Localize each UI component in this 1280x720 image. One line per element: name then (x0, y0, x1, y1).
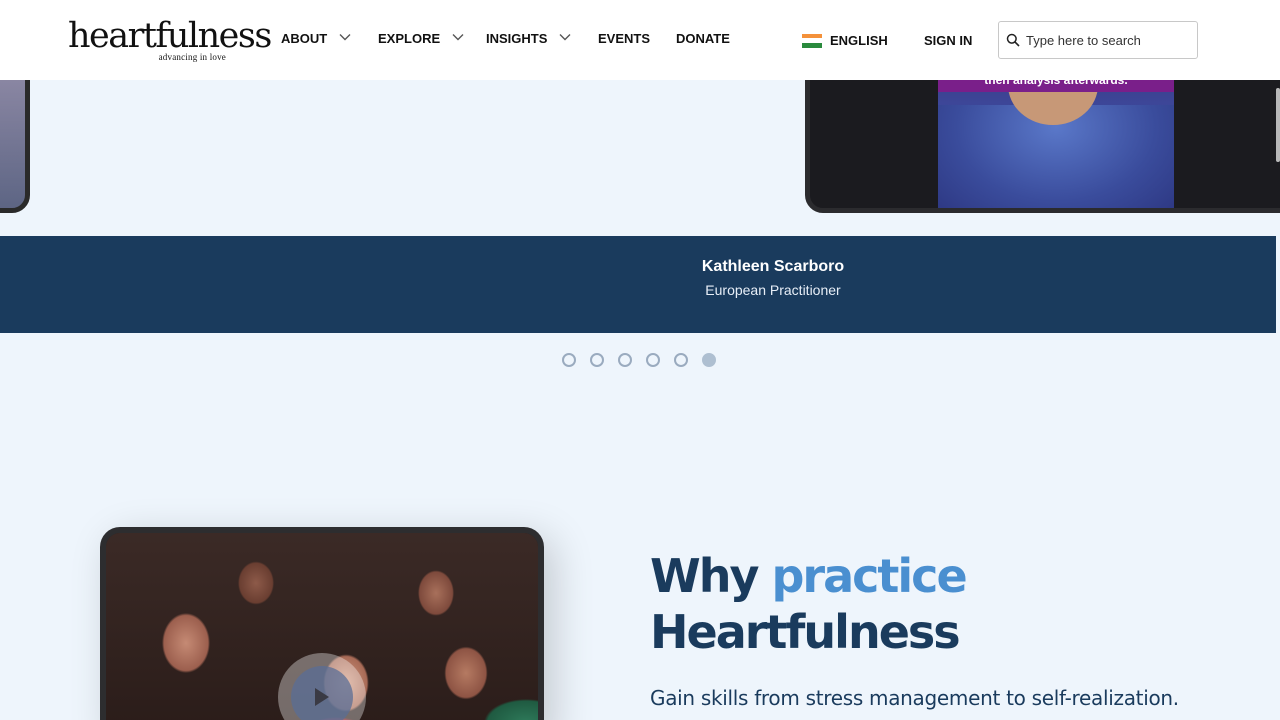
carousel-dot[interactable] (674, 353, 688, 367)
chevron-down-icon (452, 34, 464, 41)
chevron-down-icon (559, 34, 571, 41)
why-practice-video[interactable] (100, 527, 544, 720)
page-scrollbar[interactable] (1276, 88, 1280, 162)
nav-item-about[interactable]: ABOUT (281, 31, 351, 46)
heading-part: Why (650, 549, 772, 603)
chevron-down-icon (339, 34, 351, 41)
why-practice-heading: Why practice Heartfulness (650, 548, 968, 660)
nav-item-label: INSIGHTS (486, 31, 548, 46)
nav-item-label: EVENTS (598, 31, 651, 46)
logo-wordmark: heartfulness (68, 16, 272, 56)
heading-part: Heartfulness (650, 605, 961, 659)
carousel-dot[interactable] (590, 353, 604, 367)
nav-item-label: ABOUT (281, 31, 328, 46)
sign-in-link[interactable]: SIGN IN (924, 33, 972, 48)
logo-tagline: advancing in love (158, 52, 226, 62)
testimonial-video[interactable]: then analysis afterwards. (938, 65, 1174, 208)
india-flag-icon (802, 33, 822, 48)
nav-item-explore[interactable]: EXPLORE (378, 31, 464, 46)
search-box[interactable] (998, 21, 1198, 59)
heartfulness-logo[interactable]: heartfulness advancing in love (68, 16, 272, 64)
testimonial-name: Kathleen Scarboro (701, 258, 845, 275)
testimonial-role: European Practitioner (705, 282, 841, 298)
nav-item-insights[interactable]: INSIGHTS (486, 31, 571, 46)
language-selector[interactable]: ENGLISH (802, 33, 888, 48)
carousel-pagination (562, 353, 716, 367)
search-input[interactable] (1026, 32, 1186, 48)
search-icon (1006, 33, 1020, 47)
nav-item-donate[interactable]: DONATE (676, 31, 730, 46)
testimonial-band: Kathleen Scarboro European Practitioner (0, 236, 1276, 333)
nav-item-events[interactable]: EVENTS (598, 31, 650, 46)
carousel-dot[interactable] (646, 353, 660, 367)
site-header: heartfulness advancing in love ABOUT EXP… (0, 0, 1280, 80)
why-practice-subtitle: Gain skills from stress management to se… (650, 686, 1179, 710)
carousel-dot[interactable] (562, 353, 576, 367)
nav-item-label: DONATE (676, 31, 730, 46)
previous-slide-tablet (0, 60, 30, 213)
language-label: ENGLISH (830, 33, 888, 48)
carousel-dot[interactable] (618, 353, 632, 367)
nav-item-label: EXPLORE (378, 31, 441, 46)
testimonial-video-tablet[interactable]: then analysis afterwards. (805, 60, 1280, 213)
play-icon (291, 666, 353, 720)
carousel-dot-active[interactable] (702, 353, 716, 367)
heading-accent: practice (771, 549, 968, 603)
